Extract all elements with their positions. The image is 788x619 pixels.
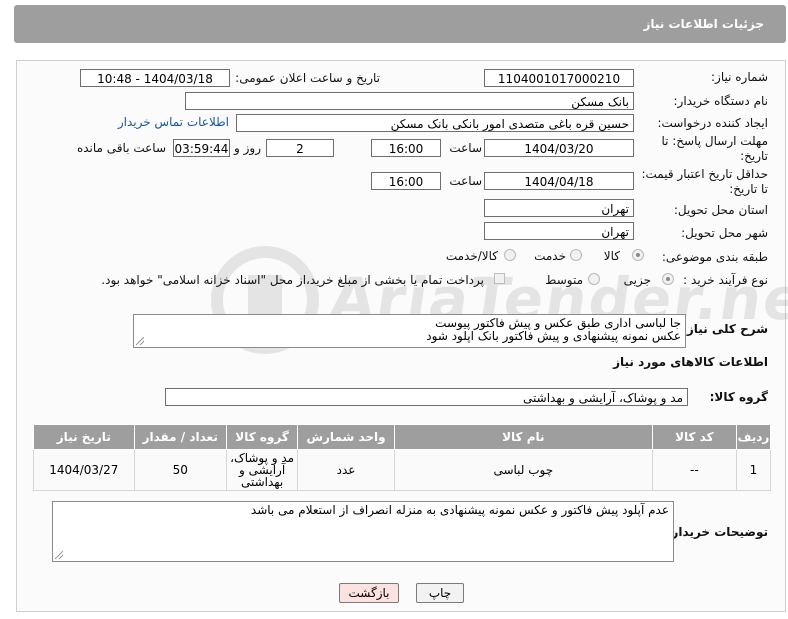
validity-time-field[interactable]: 16:00 — [371, 172, 441, 190]
col-row-header: ردیف — [735, 424, 772, 450]
buyer-notes-text: عدم آپلود پیش فاکتور و عکس نمونه پیشنهاد… — [250, 503, 669, 517]
city-field[interactable]: تهران — [484, 222, 634, 240]
col-qty-header: تعداد / مقدار — [133, 424, 227, 450]
resize-grip-icon[interactable] — [136, 337, 144, 345]
print-button[interactable]: چاپ — [416, 583, 464, 603]
description-textarea[interactable]: جا لباسی اداری طبق عکس و پیش فاکتور پیوس… — [133, 314, 686, 348]
col-date-header: تاریخ نیاز — [33, 424, 135, 450]
process-label: نوع فرآیند خرید : — [683, 273, 768, 287]
need-number-label: شماره نیاز: — [711, 70, 768, 84]
province-field[interactable]: تهران — [484, 199, 634, 217]
cell-qty: 50 — [133, 449, 227, 491]
buyer-notes-label: توضیحات خریدار: — [666, 525, 768, 539]
deadline-time-field[interactable]: 16:00 — [371, 139, 441, 157]
category-option-service: خدمت — [534, 249, 566, 263]
goods-info-title: اطلاعات کالاهای مورد نیاز — [613, 355, 768, 369]
category-radio-goods-service[interactable] — [504, 249, 516, 261]
table-row[interactable]: 1 -- چوب لباسی عدد مد و پوشاک، آرایشی و … — [33, 449, 772, 491]
table-header-row: ردیف کد کالا نام کالا واحد شمارش گروه کا… — [33, 424, 772, 450]
deadline-date-field[interactable]: 1404/03/20 — [484, 139, 634, 157]
announce-field[interactable]: 1404/03/18 - 10:48 — [80, 69, 230, 87]
province-label: استان محل تحویل: — [673, 203, 768, 217]
deadline-time-label: ساعت — [449, 141, 482, 155]
col-group-header: گروه کالا — [225, 424, 299, 450]
process-option-minor: جزیی — [623, 273, 651, 287]
need-number-field[interactable]: 1104001017000210 — [484, 69, 634, 87]
category-radio-goods[interactable] — [632, 249, 644, 261]
category-radio-service[interactable] — [570, 249, 582, 261]
goods-group-field[interactable]: مد و پوشاک، آرایشی و بهداشتی — [165, 388, 688, 406]
treasury-payment-checkbox[interactable] — [494, 273, 505, 284]
description-label: شرح کلی نیاز: — [682, 322, 768, 336]
page-header: جزئیات اطلاعات نیاز — [14, 5, 786, 43]
city-label: شهر محل تحویل: — [681, 226, 768, 240]
deadline-label: مهلت ارسال پاسخ: تا تاریخ: — [661, 134, 768, 163]
validity-date-field[interactable]: 1404/04/18 — [484, 172, 634, 190]
announce-label: تاریخ و ساعت اعلان عمومی: — [235, 71, 380, 85]
contact-info-link[interactable]: اطلاعات تماس خریدار — [118, 115, 229, 129]
col-code-header: کد کالا — [651, 424, 737, 450]
process-radio-minor[interactable] — [662, 273, 674, 285]
category-label: طبقه بندی موضوعی: — [661, 250, 768, 264]
category-option-goods-service: کالا/خدمت — [445, 249, 498, 263]
process-option-medium: متوسط — [545, 273, 583, 287]
buyer-notes-textarea[interactable]: عدم آپلود پیش فاکتور و عکس نمونه پیشنهاد… — [52, 501, 674, 562]
creator-label: ایجاد کننده درخواست: — [657, 116, 768, 130]
cell-code: -- — [651, 449, 737, 491]
col-unit-header: واحد شمارش — [297, 424, 395, 450]
col-name-header: نام کالا — [393, 424, 653, 450]
cell-unit: عدد — [297, 449, 395, 491]
validity-label: حداقل تاریخ اعتبار قیمت: تا تاریخ: — [641, 167, 768, 196]
description-line-2: عکس نمونه پیشنهادی و پیش فاکتور بانک اپل… — [426, 329, 681, 343]
remaining-time-field[interactable]: 03:59:44 — [173, 139, 230, 157]
cell-date: 1404/03/27 — [33, 449, 135, 491]
goods-group-label: گروه کالا: — [709, 390, 768, 404]
cell-row: 1 — [735, 449, 772, 491]
page-title: جزئیات اطلاعات نیاز — [643, 17, 764, 31]
days-count-field[interactable]: 2 — [266, 139, 334, 157]
cell-group: مد و پوشاک، آرایشی و بهداشتی — [225, 449, 299, 491]
buyer-org-label: نام دستگاه خریدار: — [673, 94, 769, 108]
validity-time-label: ساعت — [449, 174, 482, 188]
creator-field[interactable]: حسین قره باغی متصدی امور بانکی بانک مسکن — [236, 114, 634, 132]
category-option-goods: کالا — [603, 249, 620, 263]
cell-name: چوب لباسی — [393, 449, 653, 491]
resize-grip-icon[interactable] — [55, 551, 63, 559]
treasury-payment-note: پرداخت تمام یا بخشی از مبلغ خرید،از محل … — [101, 273, 484, 287]
process-radio-medium[interactable] — [588, 273, 600, 285]
back-button[interactable]: بازگشت — [339, 583, 399, 603]
goods-table: ردیف کد کالا نام کالا واحد شمارش گروه کا… — [33, 424, 772, 491]
remaining-label: ساعت باقی مانده — [76, 141, 166, 155]
buyer-org-field[interactable]: بانک مسکن — [185, 92, 634, 110]
days-label: روز و — [234, 141, 261, 155]
